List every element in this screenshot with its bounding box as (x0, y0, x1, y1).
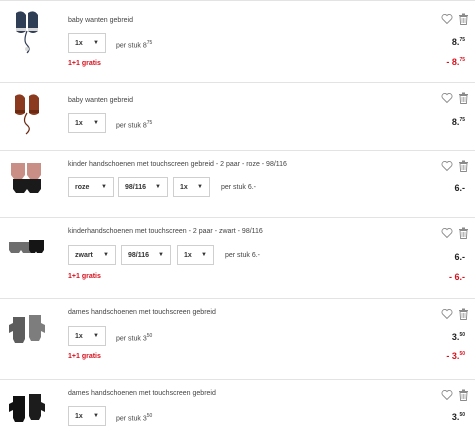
product-image[interactable] (4, 226, 50, 272)
cart-item: dames handschoenen met touchscreen gebre… (0, 298, 475, 379)
product-name[interactable]: dames handschoenen met touchscreen gebre… (68, 309, 216, 316)
chevron-down-icon: ▼ (155, 184, 161, 190)
chevron-down-icon: ▼ (101, 184, 107, 190)
promo-label: 1+1 gratis (68, 60, 101, 67)
quantity-select[interactable]: 1x ▼ (68, 113, 106, 133)
product-name[interactable]: kinderhandschoenen met touchscreen - 2 p… (68, 228, 263, 235)
line-price: 6.- (454, 183, 465, 193)
size-value: 98/116 (125, 183, 147, 191)
chevron-down-icon: ▼ (93, 40, 99, 46)
unit-price: per stuk 875 (116, 40, 153, 50)
color-value: roze (75, 183, 90, 191)
trash-icon[interactable] (458, 13, 469, 25)
cart-item-list: baby wanten gebreid 1x ▼ per stuk 875 1+1… (0, 0, 475, 446)
color-value: zwart (75, 251, 93, 259)
line-price: 6.- (454, 252, 465, 262)
quantity-select[interactable]: 1x ▼ (177, 245, 214, 265)
trash-icon[interactable] (458, 389, 469, 401)
cart-item: kinderhandschoenen met touchscreen - 2 p… (0, 217, 475, 298)
quantity-value: 1x (180, 183, 188, 191)
quantity-value: 1x (75, 119, 83, 127)
product-image[interactable] (4, 91, 50, 137)
trash-icon[interactable] (458, 308, 469, 320)
quantity-select[interactable]: 1x ▼ (68, 326, 106, 346)
chevron-down-icon: ▼ (93, 413, 99, 419)
quantity-value: 1x (75, 39, 83, 47)
size-select[interactable]: 98/116 ▼ (118, 177, 168, 197)
discount-price: - 6.- (448, 272, 465, 282)
cart-item: baby wanten gebreid 1x ▼ per stuk 875 1+1… (0, 0, 475, 81)
size-select[interactable]: 98/116 ▼ (121, 245, 171, 265)
promo-label: 1+1 gratis (68, 273, 101, 280)
quantity-value: 1x (184, 251, 192, 259)
quantity-select[interactable]: 1x ▼ (68, 33, 106, 53)
chevron-down-icon: ▼ (93, 333, 99, 339)
size-value: 98/116 (128, 251, 150, 259)
quantity-select[interactable]: 1x ▼ (173, 177, 210, 197)
unit-price: per stuk 350 (116, 413, 153, 423)
product-name[interactable]: kinder handschoenen met touchscreen gebr… (68, 161, 287, 168)
heart-icon[interactable] (441, 13, 453, 25)
trash-icon[interactable] (458, 227, 469, 239)
product-name[interactable]: dames handschoenen met touchscreen gebre… (68, 390, 216, 397)
quantity-select[interactable]: 1x ▼ (68, 406, 106, 426)
line-price: 8.75 (451, 37, 465, 47)
product-image[interactable] (4, 9, 50, 55)
color-select[interactable]: zwart ▼ (68, 245, 116, 265)
cart-item: kinder handschoenen met touchscreen gebr… (0, 150, 475, 217)
line-price: 8.75 (451, 117, 465, 127)
unit-price: per stuk 875 (116, 120, 153, 130)
line-price: 3.50 (451, 412, 465, 422)
chevron-down-icon: ▼ (197, 184, 203, 190)
trash-icon[interactable] (458, 92, 469, 104)
product-image[interactable] (4, 309, 50, 355)
cart-item: baby wanten gebreid 1x ▼ per stuk 875 8.7… (0, 82, 475, 149)
discount-price: - 8.75 (446, 57, 465, 67)
heart-icon[interactable] (441, 92, 453, 104)
heart-icon[interactable] (441, 308, 453, 320)
chevron-down-icon: ▼ (158, 252, 164, 258)
chevron-down-icon: ▼ (201, 252, 207, 258)
promo-label: 1+1 gratis (68, 353, 101, 360)
product-name[interactable]: baby wanten gebreid (68, 17, 133, 24)
heart-icon[interactable] (441, 227, 453, 239)
product-image[interactable] (4, 157, 50, 203)
color-select[interactable]: roze ▼ (68, 177, 114, 197)
unit-price: per stuk 350 (116, 333, 153, 343)
discount-price: - 3.50 (446, 351, 465, 361)
cart-item: dames handschoenen met touchscreen gebre… (0, 379, 475, 446)
heart-icon[interactable] (441, 160, 453, 172)
chevron-down-icon: ▼ (93, 120, 99, 126)
quantity-value: 1x (75, 412, 83, 420)
product-name[interactable]: baby wanten gebreid (68, 97, 133, 104)
trash-icon[interactable] (458, 160, 469, 172)
unit-price: per stuk 6.- (221, 184, 257, 191)
quantity-value: 1x (75, 332, 83, 340)
unit-price: per stuk 6.- (225, 252, 261, 259)
product-image[interactable] (4, 388, 50, 434)
chevron-down-icon: ▼ (103, 252, 109, 258)
heart-icon[interactable] (441, 389, 453, 401)
line-price: 3.50 (451, 332, 465, 342)
